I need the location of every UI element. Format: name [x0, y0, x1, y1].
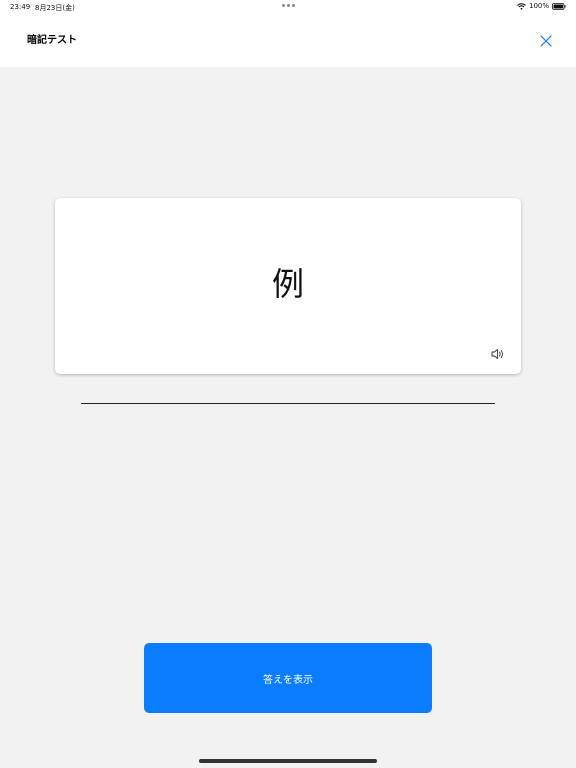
- close-button[interactable]: [536, 31, 556, 51]
- status-bar: 23:49 8月23日(金) 100%: [0, 0, 576, 14]
- answer-divider: [81, 403, 495, 404]
- show-answer-button[interactable]: 答えを表示: [144, 643, 432, 713]
- close-icon: [540, 35, 552, 47]
- battery-percent: 100%: [528, 2, 549, 10]
- top-bar: 23:49 8月23日(金) 100% 暗記テスト: [0, 0, 576, 67]
- speaker-button[interactable]: [489, 346, 507, 362]
- speaker-icon: [491, 349, 503, 359]
- status-indicators: 100%: [517, 2, 566, 10]
- flashcard[interactable]: 例: [55, 198, 521, 374]
- show-answer-label: 答えを表示: [263, 674, 313, 686]
- battery-icon: [552, 2, 566, 10]
- page-title: 暗記テスト: [27, 35, 77, 46]
- wifi-icon: [517, 2, 526, 10]
- multitasking-dots-icon[interactable]: [282, 4, 295, 7]
- flashcard-screen: 23:49 8月23日(金) 100% 暗記テスト 例 答えを表示: [0, 0, 576, 768]
- card-word: 例: [271, 265, 304, 303]
- home-indicator[interactable]: [199, 759, 377, 763]
- status-date: 8月23日(金): [35, 4, 75, 12]
- status-time: 23:49: [10, 3, 31, 11]
